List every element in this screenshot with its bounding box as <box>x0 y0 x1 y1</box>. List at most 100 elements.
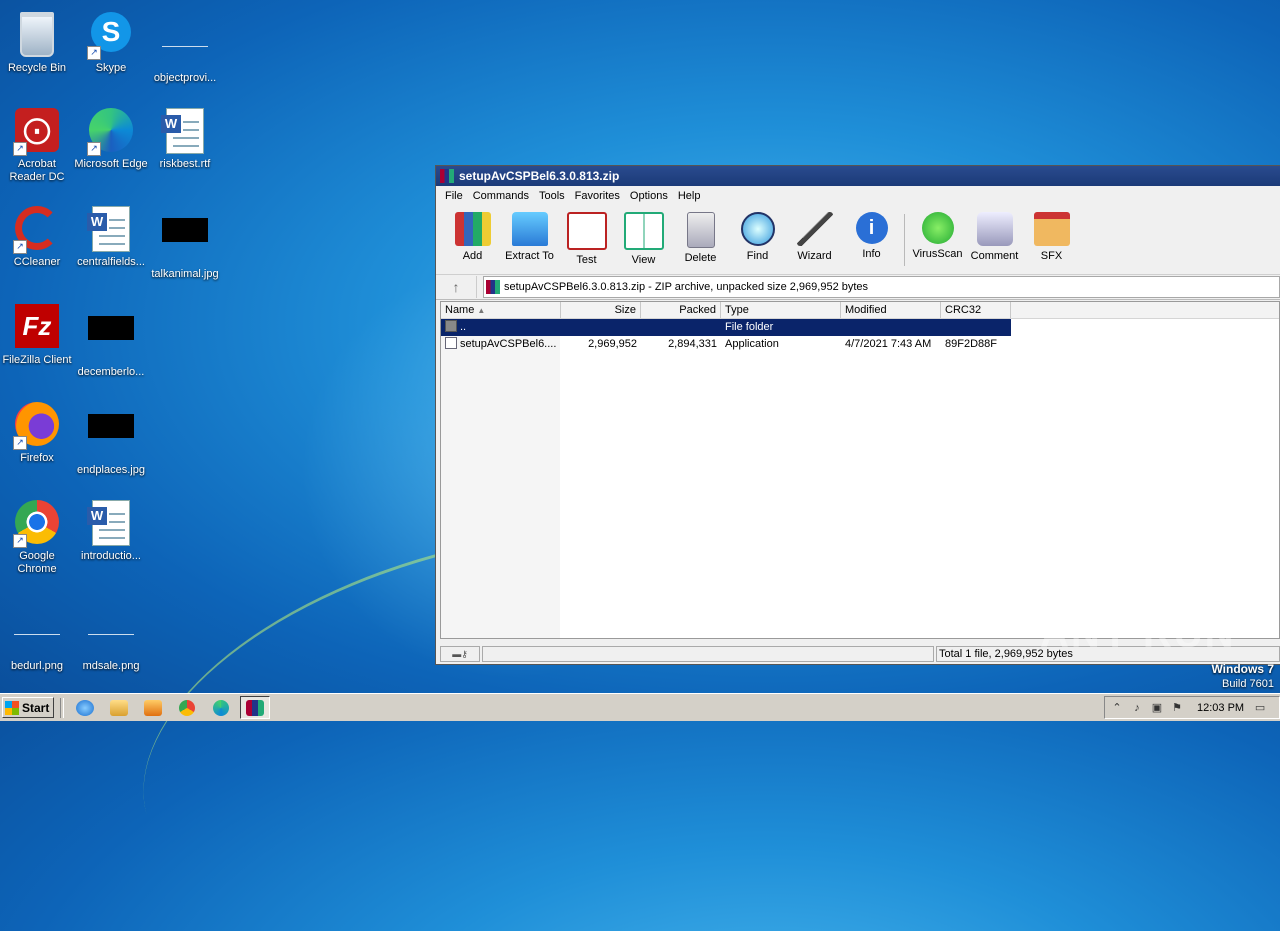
desktop-icon-ccleaner[interactable]: ↗ CCleaner <box>0 204 74 269</box>
windows-build: Build 7601 <box>1222 678 1274 690</box>
winrar-window: setupAvCSPBel6.3.0.813.zip File Commands… <box>435 165 1280 665</box>
desktop-icon-decemberlo[interactable]: decemberlo... <box>74 302 148 379</box>
windows-version-name: Windows 7 <box>1211 662 1274 676</box>
info-button[interactable]: i Info <box>843 210 900 260</box>
desktop-icon-filezilla[interactable]: Fz FileZilla Client <box>0 302 74 367</box>
menu-file[interactable]: File <box>440 190 468 202</box>
desktop-icon-talkanimal[interactable]: talkanimal.jpg <box>148 204 222 281</box>
sfx-button[interactable]: SFX <box>1023 210 1080 262</box>
add-icon <box>454 212 491 246</box>
menu-commands[interactable]: Commands <box>468 190 534 202</box>
desktop-icon-bedurl[interactable]: bedurl.png <box>0 596 74 673</box>
cell-type: File folder <box>725 321 774 333</box>
edge-icon <box>213 699 229 716</box>
image-file-icon <box>14 610 60 635</box>
folder-icon <box>511 212 548 246</box>
column-packed[interactable]: Packed <box>641 302 721 318</box>
word-document-icon: W <box>87 206 130 252</box>
chevron-up-icon[interactable]: ⌃ <box>1109 701 1125 714</box>
table-row-setup-file[interactable]: setupAvCSPBel6.... 2,969,952 2,894,331 A… <box>441 336 1279 353</box>
desktop-icon-mdsale[interactable]: mdsale.png <box>74 596 148 673</box>
column-size[interactable]: Size <box>561 302 641 318</box>
drive-key-icon[interactable]: ▬⚷ <box>440 646 480 662</box>
desktop-icon-label: decemberlo... <box>77 366 145 378</box>
taskbar-edge[interactable] <box>206 696 236 719</box>
desktop-icon-recycle-bin[interactable]: Recycle Bin <box>0 8 74 75</box>
desktop-icon-label: FileZilla Client <box>2 354 72 366</box>
folder-up-icon <box>445 320 457 332</box>
column-crc32[interactable]: CRC32 <box>941 302 1011 318</box>
desktop-icon-objectprovi[interactable]: objectprovi... <box>148 8 222 85</box>
taskbar-separator <box>60 697 64 718</box>
desktop-icon-label: centralfields... <box>77 256 145 268</box>
comment-button[interactable]: Comment <box>966 210 1023 262</box>
start-button[interactable]: Start <box>2 697 54 718</box>
taskbar-ie[interactable] <box>70 696 100 719</box>
menu-options[interactable]: Options <box>625 190 673 202</box>
desktop-icon-label: Skype <box>95 62 127 74</box>
archive-icon <box>486 280 500 294</box>
cell-packed <box>641 319 721 336</box>
taskbar-media-player[interactable] <box>138 696 168 719</box>
view-button[interactable]: View <box>615 210 672 266</box>
find-button[interactable]: Find <box>729 210 786 262</box>
desktop-icon-acrobat[interactable]: ⨀ ↗ Acrobat Reader DC <box>0 106 74 184</box>
cell-crc: 89F2D88F <box>945 338 997 350</box>
clock[interactable]: 12:03 PM <box>1197 702 1244 714</box>
start-label: Start <box>22 700 50 715</box>
taskbar-chrome[interactable] <box>172 696 202 719</box>
recycle-bin-icon <box>20 12 54 57</box>
windows-logo-icon <box>5 700 19 715</box>
shortcut-arrow-icon: ↗ <box>87 46 101 60</box>
info-label: Info <box>862 248 881 260</box>
image-file-icon <box>162 218 208 242</box>
desktop-icon-riskbest[interactable]: W riskbest.rtf <box>148 106 222 171</box>
volume-icon[interactable]: ♪ <box>1129 702 1145 714</box>
show-desktop-icon[interactable]: ▭ <box>1252 701 1268 714</box>
column-modified[interactable]: Modified <box>841 302 941 318</box>
folder-icon <box>110 699 128 716</box>
menu-help[interactable]: Help <box>673 190 706 202</box>
address-field[interactable]: setupAvCSPBel6.3.0.813.zip - ZIP archive… <box>483 276 1280 298</box>
menu-favorites[interactable]: Favorites <box>570 190 625 202</box>
menu-tools[interactable]: Tools <box>534 190 570 202</box>
magnifier-icon <box>740 212 775 246</box>
wizard-button[interactable]: Wizard <box>786 210 843 262</box>
network-icon[interactable]: ▣ <box>1149 701 1165 714</box>
cell-crc <box>941 319 1011 336</box>
column-type[interactable]: Type <box>721 302 841 318</box>
desktop-icon-label: objectprovi... <box>153 72 217 84</box>
taskbar-winrar[interactable] <box>240 696 270 719</box>
desktop-icon-edge[interactable]: ↗ Microsoft Edge <box>74 106 148 171</box>
wizard-label: Wizard <box>797 250 832 262</box>
desktop-icon-skype[interactable]: S ↗ Skype <box>74 8 148 75</box>
desktop-icon-introductio[interactable]: W introductio... <box>74 498 148 563</box>
address-text: setupAvCSPBel6.3.0.813.zip - ZIP archive… <box>504 281 869 293</box>
desktop-icon-endplaces[interactable]: endplaces.jpg <box>74 400 148 477</box>
taskbar-explorer[interactable] <box>104 696 134 719</box>
add-button[interactable]: Add <box>444 210 501 262</box>
window-titlebar[interactable]: setupAvCSPBel6.3.0.813.zip <box>436 166 1280 186</box>
virusscan-button[interactable]: VirusScan <box>909 210 966 260</box>
delete-button[interactable]: Delete <box>672 210 729 264</box>
shortcut-arrow-icon: ↗ <box>13 142 27 156</box>
window-title: setupAvCSPBel6.3.0.813.zip <box>459 169 620 183</box>
cell-packed: 2,894,331 <box>668 338 717 350</box>
desktop-icon-chrome[interactable]: ↗ Google Chrome <box>0 498 74 576</box>
extract-to-label: Extract To <box>505 250 554 262</box>
add-label: Add <box>462 250 483 262</box>
action-center-flag-icon[interactable]: ⚑ <box>1169 701 1185 714</box>
column-name[interactable]: Name ▲ <box>441 302 561 318</box>
filezilla-icon: Fz <box>15 304 59 348</box>
desktop-icon-firefox[interactable]: ↗ Firefox <box>0 400 74 465</box>
chrome-icon <box>179 699 195 716</box>
extract-to-button[interactable]: Extract To <box>501 210 558 262</box>
test-button[interactable]: Test <box>558 210 615 266</box>
book-icon <box>623 212 664 250</box>
delete-label: Delete <box>684 252 717 264</box>
desktop-icon-centralfields[interactable]: W centralfields... <box>74 204 148 269</box>
up-folder-button[interactable]: ↑ <box>436 276 477 298</box>
cell-name: setupAvCSPBel6.... <box>460 338 557 350</box>
image-file-icon <box>88 414 134 438</box>
table-row-parent-folder[interactable]: .. File folder <box>441 319 1011 336</box>
